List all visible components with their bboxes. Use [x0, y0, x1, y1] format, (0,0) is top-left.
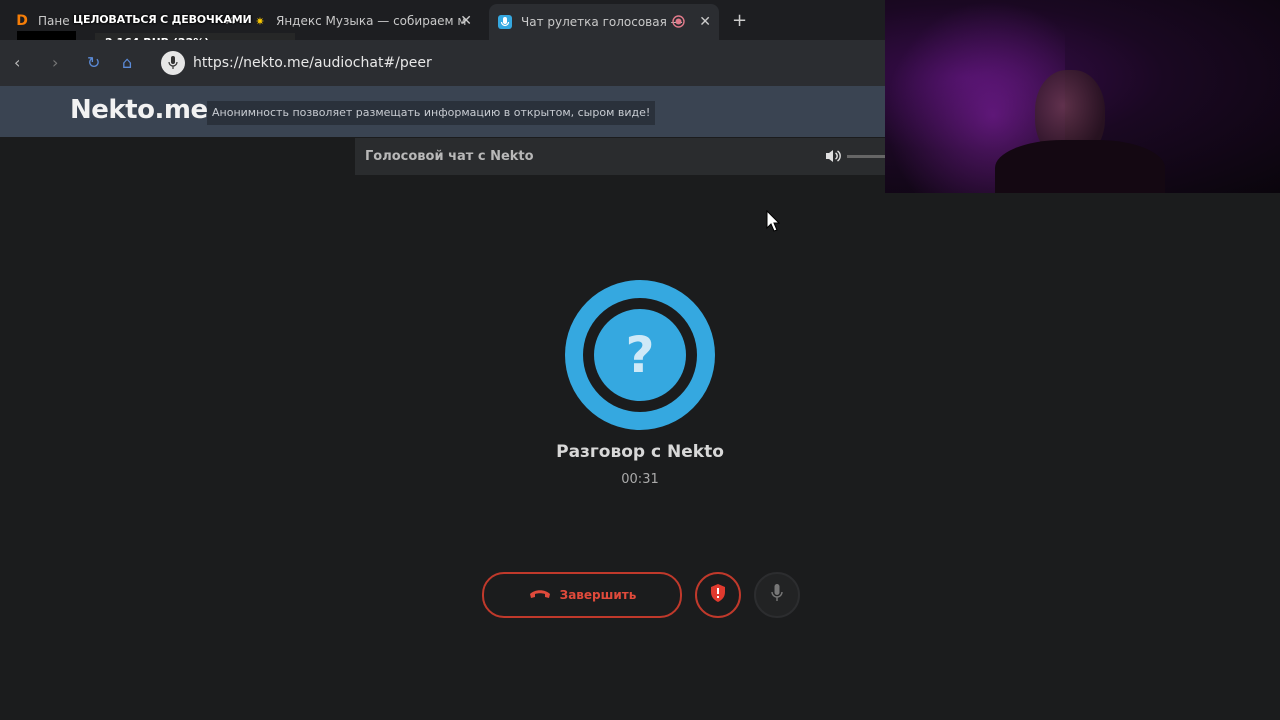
- tab-label: Пане: [38, 14, 70, 28]
- microphone-toggle-button[interactable]: [754, 572, 800, 618]
- new-tab-button[interactable]: +: [732, 10, 747, 31]
- call-timer: 00:31: [621, 472, 659, 487]
- volume-icon[interactable]: [824, 147, 842, 169]
- stream-title-overlay: ЦЕЛОВАТЬСЯ С ДЕВОЧКАМИ: [73, 13, 252, 26]
- webcam-person-body: [995, 140, 1165, 193]
- yandex-music-icon: ✷: [255, 14, 265, 28]
- microphone-icon: [771, 584, 783, 606]
- donationalerts-icon: D: [16, 13, 28, 29]
- close-icon[interactable]: ✕: [699, 14, 711, 30]
- report-button[interactable]: [695, 572, 741, 618]
- tab-label: Яндекс Музыка — собираем м: [276, 14, 467, 28]
- back-icon[interactable]: ‹: [14, 53, 20, 72]
- question-icon: ?: [594, 309, 686, 401]
- close-icon[interactable]: ✕: [460, 13, 472, 29]
- site-logo[interactable]: Nekto.me: [70, 95, 208, 125]
- site-slogan: Анонимность позволяет размещать информац…: [207, 101, 656, 125]
- peer-avatar: ?: [565, 280, 715, 430]
- tab-nekto[interactable]: Чат рулетка голосовая — ✕: [489, 4, 719, 40]
- reload-icon[interactable]: ↻: [87, 53, 100, 72]
- address-bar: ‹ › ↻ ⌂ https://nekto.me/audiochat#/peer: [0, 40, 885, 86]
- tab-label: Чат рулетка голосовая —: [521, 15, 683, 29]
- shield-icon: [709, 583, 727, 607]
- chat-header-bar: Голосовой чат с Nekto: [355, 138, 885, 175]
- url-input[interactable]: https://nekto.me/audiochat#/peer: [193, 55, 432, 71]
- tab-yandex-music[interactable]: ✷ Яндекс Музыка — собираем м ✕: [252, 6, 480, 36]
- webcam-overlay: [885, 0, 1280, 193]
- recording-icon: [672, 15, 685, 31]
- end-call-button[interactable]: Завершить: [482, 572, 682, 618]
- volume-slider[interactable]: [847, 155, 885, 158]
- home-icon[interactable]: ⌂: [122, 53, 132, 72]
- forward-icon[interactable]: ›: [52, 53, 58, 72]
- hang-up-icon: [528, 587, 552, 604]
- chat-title: Голосовой чат с Nekto: [365, 149, 534, 164]
- end-call-label: Завершить: [559, 588, 637, 602]
- peer-name: Разговор с Nekto: [556, 442, 724, 462]
- mouse-cursor: [766, 209, 781, 236]
- site-header: Nekto.me Анонимность позволяет размещать…: [0, 86, 885, 137]
- nekto-icon: [497, 14, 513, 30]
- microphone-permission-icon[interactable]: [161, 51, 185, 75]
